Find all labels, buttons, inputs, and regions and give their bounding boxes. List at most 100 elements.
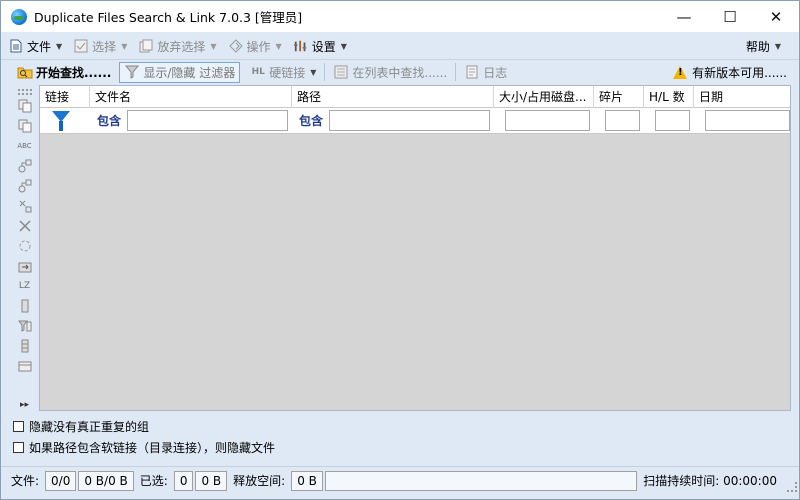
- status-bar: 文件: 0/0 0 B/0 B 已选: 0 0 B 释放空间: 0 B 扫描持续…: [1, 466, 799, 494]
- date-filter-input[interactable]: [705, 110, 790, 131]
- chevron-down-icon: ▼: [121, 41, 128, 51]
- options-panel: 隐藏没有真正重复的组 如果路径包含软链接（目录连接），则隐藏文件: [13, 416, 275, 458]
- update-available-label: 有新版本可用......: [692, 66, 787, 80]
- grid-header: 链接 文件名 路径 大小/占用磁盘... 碎片 H/L 数 日期: [40, 86, 790, 108]
- title-bar[interactable]: Duplicate Files Search & Link 7.0.3 [管理员…: [1, 1, 799, 32]
- menu-help-label: 帮助: [745, 39, 770, 54]
- hide-symlinks-option[interactable]: 如果路径包含软链接（目录连接），则隐藏文件: [13, 437, 275, 458]
- side-toolbar: ABC LZ ▸▸: [10, 85, 39, 411]
- fragments-filter-input[interactable]: [605, 110, 640, 131]
- resize-grip[interactable]: [787, 482, 797, 492]
- menu-actions-label: 操作: [246, 39, 271, 54]
- menu-settings-label: 设置: [311, 39, 336, 54]
- path-contains-label: 包含: [299, 114, 324, 128]
- tree-expand-icon[interactable]: [16, 177, 34, 195]
- move-icon[interactable]: [16, 257, 34, 275]
- scan-duration: 扫描持续时间: 00:00:00: [643, 474, 777, 488]
- menu-select[interactable]: 选择 ▼: [70, 35, 131, 57]
- hardlink-count-filter-input[interactable]: [655, 110, 690, 131]
- menu-file[interactable]: 文件 ▼: [5, 35, 66, 57]
- menu-actions[interactable]: 操作 ▼: [225, 35, 286, 57]
- column-header-path[interactable]: 路径: [292, 86, 494, 108]
- toolbar-separator: [455, 63, 457, 81]
- minimize-button[interactable]: —: [661, 1, 707, 32]
- menu-select-label: 选择: [92, 39, 117, 54]
- chevron-down-icon: ▼: [275, 41, 282, 51]
- menu-settings[interactable]: 设置 ▼: [290, 35, 351, 57]
- filter-row: 包含 包含: [40, 108, 790, 134]
- menu-deselect[interactable]: 放弃选择 ▼: [135, 35, 220, 57]
- filename-filter-input[interactable]: [127, 110, 288, 131]
- warning-icon: [673, 66, 688, 79]
- lz-icon[interactable]: LZ: [16, 277, 34, 295]
- menu-file-label: 文件: [27, 39, 52, 54]
- toggle-filter-button[interactable]: 显示/隐藏 过滤器: [119, 61, 241, 83]
- maximize-icon: ☐: [723, 7, 737, 26]
- path-filter-input[interactable]: [329, 110, 490, 131]
- minimize-icon: —: [676, 7, 692, 26]
- sort-abc-icon[interactable]: ABC: [16, 137, 34, 155]
- free-space-value: 0 B: [291, 470, 323, 491]
- delete-icon[interactable]: [16, 217, 34, 235]
- diamond-icon: [228, 39, 243, 53]
- document-icon: [9, 39, 23, 53]
- start-search-button[interactable]: 开始查找......: [13, 62, 115, 83]
- start-search-label: 开始查找......: [36, 65, 112, 80]
- tree-exclude-icon[interactable]: [16, 197, 34, 215]
- hide-symlinks-checkbox[interactable]: [13, 442, 24, 453]
- hide-non-duplicate-label: 隐藏没有真正重复的组: [29, 420, 150, 434]
- selected-label: 已选:: [139, 474, 168, 488]
- column-header-size[interactable]: 大小/占用磁盘...: [494, 86, 594, 108]
- hide-symlinks-label: 如果路径包含软链接（目录连接），则隐藏文件: [29, 441, 276, 455]
- find-in-list-label: 在列表中查找......: [352, 65, 448, 80]
- column-header-filename[interactable]: 文件名: [90, 86, 292, 108]
- files-label: 文件:: [11, 474, 40, 488]
- close-button[interactable]: ✕: [753, 1, 799, 32]
- find-in-list-button[interactable]: 在列表中查找......: [329, 62, 451, 83]
- free-space-label: 释放空间:: [233, 474, 286, 488]
- size-filter-input[interactable]: [505, 110, 590, 131]
- menu-help[interactable]: 帮助 ▼: [742, 33, 785, 59]
- settings-tools-icon: [293, 39, 308, 53]
- column-header-fragments[interactable]: 碎片: [594, 86, 644, 108]
- menu-bar: 文件 ▼ 选择 ▼ 放弃选择 ▼ 操作 ▼ 设置 ▼ 帮助 ▼: [1, 33, 799, 59]
- menu-deselect-label: 放弃选择: [157, 39, 206, 54]
- app-logo-icon: [11, 8, 27, 25]
- results-grid[interactable]: 链接 文件名 路径 大小/占用磁盘... 碎片 H/L 数 日期 包含 包含: [39, 85, 791, 411]
- tree-collapse-icon[interactable]: [16, 157, 34, 175]
- column-header-link[interactable]: 链接: [40, 86, 90, 108]
- files-size: 0 B/0 B: [78, 470, 134, 491]
- app-window: Duplicate Files Search & Link 7.0.3 [管理员…: [0, 0, 800, 500]
- window-title: Duplicate Files Search & Link 7.0.3 [管理员…: [34, 10, 303, 25]
- toolbar-grip[interactable]: [17, 89, 32, 95]
- duplicate-icon[interactable]: [16, 117, 34, 135]
- hardlink-button[interactable]: HL 硬链接 ▼: [246, 62, 320, 83]
- hide-non-duplicate-option[interactable]: 隐藏没有真正重复的组: [13, 416, 275, 437]
- toolbar: 开始查找...... 显示/隐藏 过滤器 HL 硬链接 ▼ 在列表中查找....…: [1, 59, 799, 84]
- deselect-icon: [139, 39, 153, 53]
- selected-count: 0: [173, 470, 194, 491]
- column-settings-icon[interactable]: [16, 337, 34, 355]
- list-search-icon: [333, 64, 349, 80]
- chevron-down-icon: ▼: [310, 67, 317, 77]
- filter-list-icon[interactable]: [16, 317, 34, 335]
- log-button[interactable]: 日志: [460, 62, 511, 83]
- chevron-down-icon: ▼: [774, 41, 781, 51]
- update-available-button[interactable]: 有新版本可用......: [669, 60, 791, 85]
- toggle-filter-label: 显示/隐藏 过滤器: [143, 65, 236, 80]
- chevron-right-icon[interactable]: ▸▸: [20, 400, 29, 410]
- column-header-date[interactable]: 日期: [694, 86, 790, 108]
- log-label: 日志: [483, 65, 508, 80]
- filter-icon: [124, 64, 140, 80]
- selected-size: 0 B: [195, 470, 228, 491]
- column-header-hardlink-count[interactable]: H/L 数: [644, 86, 694, 108]
- hide-non-duplicate-checkbox[interactable]: [13, 421, 24, 432]
- maximize-button[interactable]: ☐: [707, 1, 753, 32]
- copy-icon[interactable]: [16, 97, 34, 115]
- funnel-icon[interactable]: [52, 111, 70, 131]
- export-icon[interactable]: [16, 357, 34, 375]
- hardlink-label: 硬链接: [269, 65, 306, 80]
- column-icon[interactable]: [16, 297, 34, 315]
- chevron-down-icon: ▼: [340, 41, 347, 51]
- recycle-icon[interactable]: [16, 237, 34, 255]
